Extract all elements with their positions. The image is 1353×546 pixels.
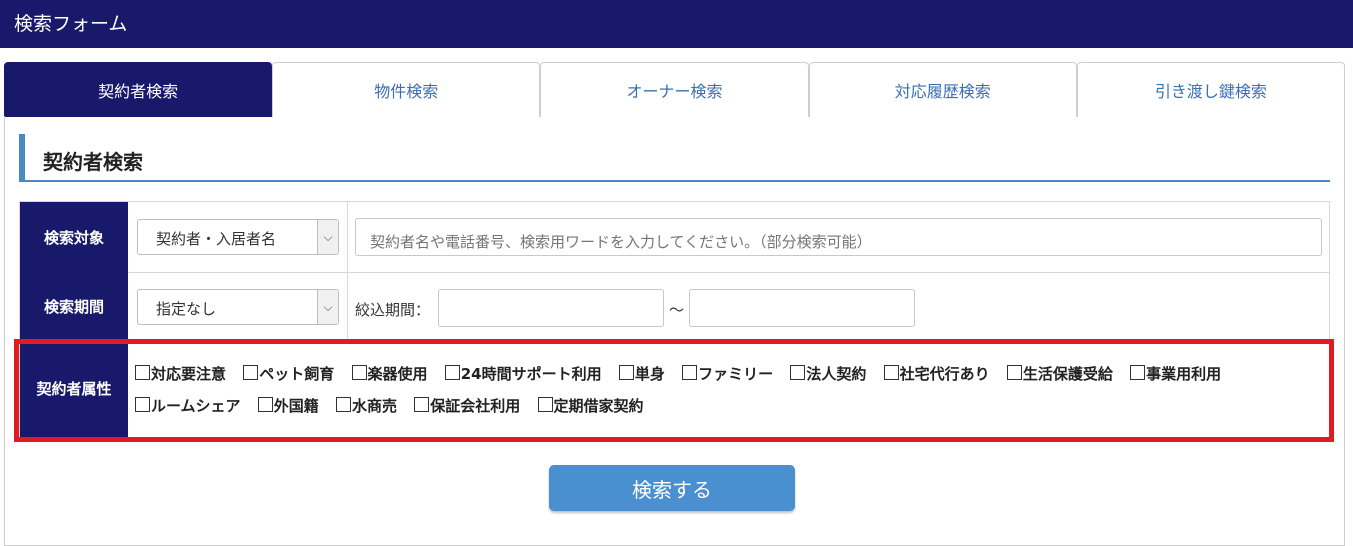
checkbox-nightlife[interactable]: 水商売 (336, 390, 397, 422)
chevron-down-icon: ⌵ (317, 220, 338, 254)
page-title: 検索フォーム (14, 13, 128, 35)
range-separator: 〜 (669, 301, 685, 319)
row-search-target: 検索対象 契約者・入居者名 ⌵ (20, 202, 1329, 273)
checkbox-fixed-term-lease[interactable]: 定期借家契約 (537, 390, 644, 422)
checkbox-24h-support[interactable]: 24時間サポート利用 (444, 358, 602, 390)
search-target-select-value: 契約者・入居者名 (156, 230, 277, 248)
checkbox-box[interactable] (444, 365, 460, 380)
checkbox-box[interactable] (243, 365, 259, 380)
period-to-input[interactable] (689, 289, 915, 327)
checkbox-box[interactable] (883, 365, 899, 380)
checkbox-box[interactable] (537, 397, 553, 412)
search-period-label: 検索期間 (20, 272, 128, 340)
checkbox-box[interactable] (1006, 365, 1022, 380)
checkbox-caution[interactable]: 対応要注意 (135, 358, 226, 390)
range-label: 絞込期間： (355, 301, 431, 319)
checkbox-foreign[interactable]: 外国籍 (257, 390, 319, 422)
checkbox-company-housing[interactable]: 社宅代行あり (883, 358, 990, 390)
checkbox-box[interactable] (414, 397, 430, 412)
checkbox-corporate[interactable]: 法人契約 (790, 358, 866, 390)
tab-history-search[interactable]: 対応履歴検索 (808, 62, 1077, 117)
app-header: 検索フォーム (0, 0, 1353, 48)
tab-property-search[interactable]: 物件検索 (272, 62, 541, 117)
checkbox-box[interactable] (1130, 365, 1146, 380)
checkbox-box[interactable] (618, 365, 634, 380)
tab-key-handover-search[interactable]: 引き渡し鍵検索 (1076, 62, 1346, 117)
row-search-period: 検索期間 指定なし ⌵ 絞込期間： 〜 (20, 272, 1329, 341)
checkbox-box[interactable] (790, 365, 806, 380)
checkbox-box[interactable] (135, 397, 150, 412)
tab-bar: 契約者検索 物件検索 オーナー検索 対応履歴検索 引き渡し鍵検索 (4, 62, 1346, 117)
tab-contractor-search[interactable]: 契約者検索 (4, 62, 273, 117)
attribute-checkbox-group: 対応要注意 ペット飼育 楽器使用 24時間サポート利用 単身 ファミリー 法人契… (135, 358, 1325, 422)
checkbox-box[interactable] (257, 397, 273, 412)
column-divider (347, 272, 348, 340)
checkbox-box[interactable] (135, 365, 150, 380)
search-button[interactable]: 検索する (549, 465, 795, 511)
section-heading: 契約者検索 (19, 134, 1330, 182)
checkbox-box[interactable] (351, 365, 367, 380)
search-target-label: 検索対象 (20, 202, 128, 272)
checkbox-pet[interactable]: ペット飼育 (243, 358, 334, 390)
search-period-select-value: 指定なし (156, 300, 217, 318)
checkbox-single[interactable]: 単身 (618, 358, 665, 390)
chevron-down-icon: ⌵ (317, 290, 338, 324)
attributes-label: 契約者属性 (20, 340, 128, 437)
checkbox-box[interactable] (682, 365, 698, 380)
keyword-search-input[interactable] (355, 218, 1322, 256)
period-from-input[interactable] (438, 289, 664, 327)
checkbox-business-use[interactable]: 事業用利用 (1130, 358, 1221, 390)
checkbox-welfare[interactable]: 生活保護受給 (1006, 358, 1113, 390)
checkbox-instrument[interactable]: 楽器使用 (351, 358, 428, 390)
search-form-table: 検索対象 契約者・入居者名 ⌵ 検索期間 指定なし ⌵ 絞込期間： 〜 契約者属… (19, 201, 1330, 438)
checkbox-box[interactable] (336, 397, 352, 412)
checkbox-guarantor-company[interactable]: 保証会社利用 (414, 390, 520, 422)
search-target-select[interactable]: 契約者・入居者名 ⌵ (137, 219, 339, 255)
row-contractor-attributes: 契約者属性 対応要注意 ペット飼育 楽器使用 24時間サポート利用 単身 ファミ… (20, 340, 1329, 437)
tab-owner-search[interactable]: オーナー検索 (540, 62, 809, 117)
checkbox-family[interactable]: ファミリー (682, 358, 773, 390)
checkbox-room-share[interactable]: ルームシェア (135, 390, 241, 422)
column-divider (347, 202, 348, 272)
search-period-select[interactable]: 指定なし ⌵ (137, 289, 339, 325)
